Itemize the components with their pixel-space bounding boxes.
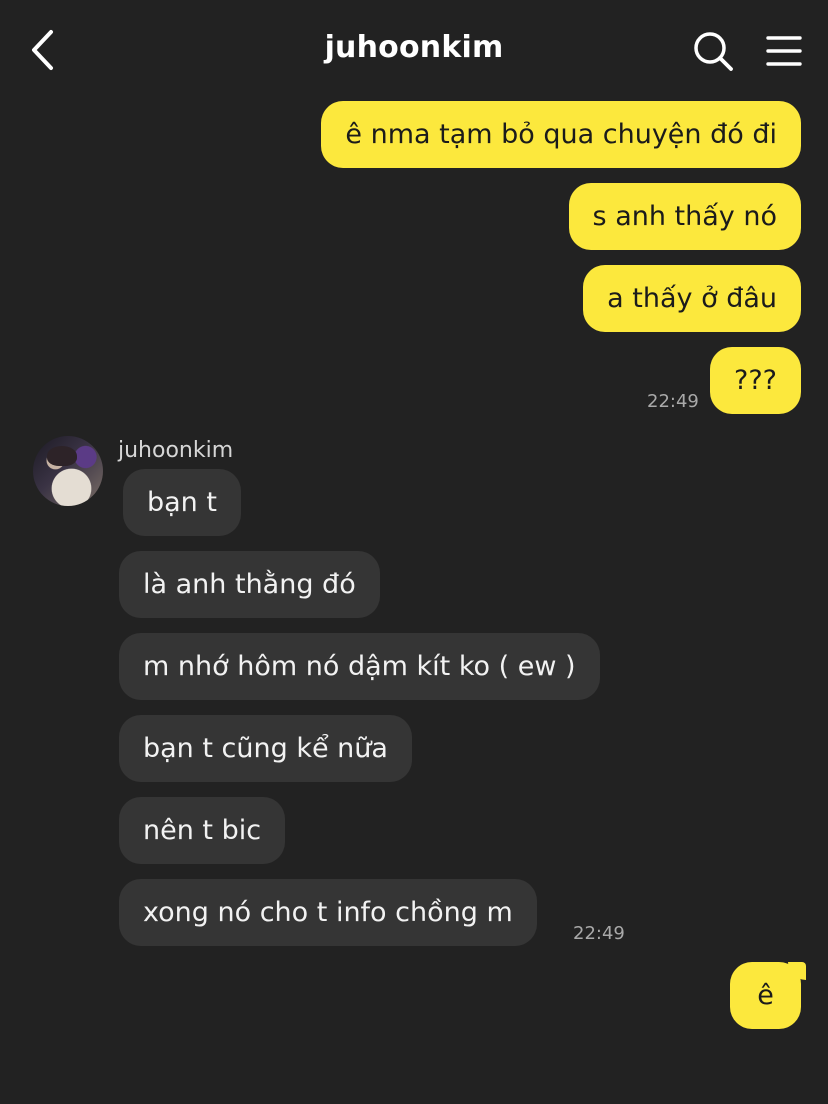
outgoing-message[interactable]: ê nma tạm bỏ qua chuyện đó đi xyxy=(321,101,801,168)
incoming-message[interactable]: bạn t cũng kể nữa xyxy=(119,715,412,782)
sender-name: juhoonkim xyxy=(118,438,234,463)
message-timestamp: 22:49 xyxy=(647,391,699,412)
incoming-message[interactable]: xong nó cho t info chồng m xyxy=(119,879,537,946)
incoming-message[interactable]: nên t bic xyxy=(119,797,286,864)
chat-header: juhoonkim xyxy=(0,0,828,100)
incoming-message[interactable]: là anh thằng đó xyxy=(119,551,380,618)
message-timestamp: 22:49 xyxy=(573,923,625,944)
search-icon[interactable] xyxy=(692,30,734,72)
incoming-message[interactable]: m nhớ hôm nó dậm kít ko ( ew ) xyxy=(119,633,600,700)
outgoing-message[interactable]: a thấy ở đâu xyxy=(583,265,801,332)
hamburger-menu-icon[interactable] xyxy=(766,34,802,68)
outgoing-message[interactable]: s anh thấy nó xyxy=(568,183,801,250)
incoming-message[interactable]: bạn t xyxy=(123,469,241,536)
outgoing-message[interactable]: ??? xyxy=(710,347,801,414)
avatar[interactable] xyxy=(33,436,103,506)
